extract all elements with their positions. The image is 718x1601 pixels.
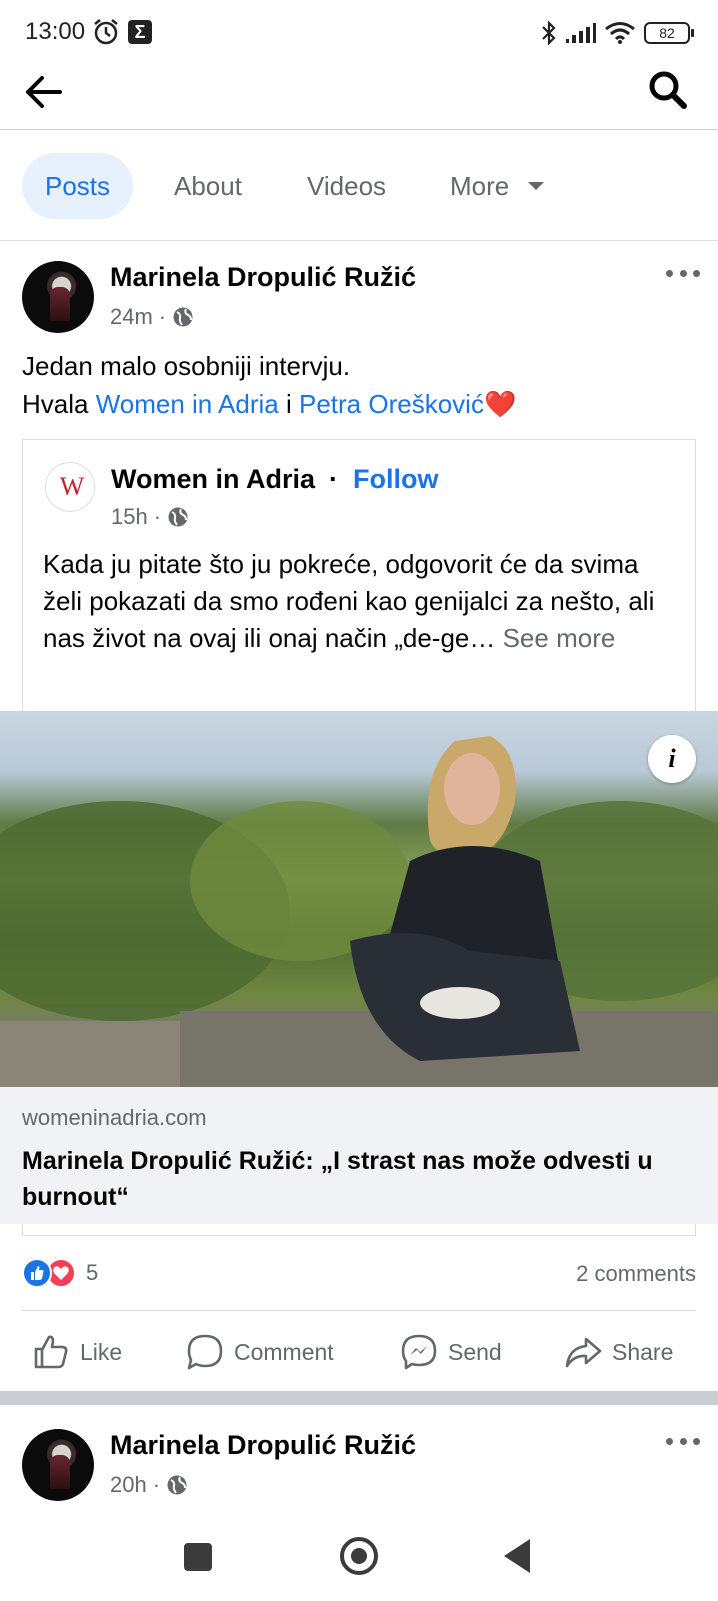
like-reaction-icon <box>22 1258 52 1288</box>
more-options-icon[interactable] <box>666 1438 700 1448</box>
post-text-mid: i <box>278 389 299 419</box>
post-author[interactable]: Marinela Dropulić Ružić <box>110 262 416 293</box>
caret-down-icon <box>528 182 545 190</box>
avatar[interactable] <box>22 261 94 333</box>
send-label: Send <box>448 1338 502 1365</box>
alarm-icon <box>94 19 118 45</box>
info-icon[interactable]: i <box>648 735 696 783</box>
tab-posts[interactable]: Posts <box>22 153 134 219</box>
tab-videos[interactable]: Videos <box>307 153 386 219</box>
page-tabs: Posts About Videos More <box>0 150 718 220</box>
signal-icon <box>566 23 596 43</box>
post-time[interactable]: 24m <box>110 304 153 330</box>
thumbs-up-icon <box>34 1335 68 1369</box>
send-button[interactable]: Send <box>400 1318 502 1386</box>
mention-petra-oreskovic[interactable]: Petra Orešković <box>299 389 484 419</box>
page-logo[interactable]: W <box>45 462 95 512</box>
comment-label: Comment <box>234 1338 334 1365</box>
recent-apps-button[interactable] <box>184 1543 212 1571</box>
like-button[interactable]: Like <box>32 1318 122 1386</box>
more-options-icon[interactable] <box>666 270 700 280</box>
divider <box>22 1310 696 1311</box>
follow-button[interactable]: Follow <box>353 464 438 495</box>
link-preview[interactable]: womeninadria.com Marinela Dropulić Ružić… <box>0 1087 718 1224</box>
see-more-link[interactable]: See more <box>503 623 616 653</box>
share-label: Share <box>612 1338 674 1365</box>
tab-about[interactable]: About <box>174 153 242 219</box>
globe-icon <box>168 507 188 527</box>
divider <box>0 240 718 241</box>
shared-meta: 15h · <box>111 504 189 530</box>
follow-separator: · <box>329 464 338 494</box>
post-time[interactable]: 20h <box>110 1472 147 1498</box>
reaction-summary[interactable]: 5 <box>22 1258 98 1288</box>
globe-icon <box>167 1475 187 1495</box>
post-text-line1: Jedan malo osobniji intervju. <box>22 351 351 381</box>
back-arrow-icon[interactable] <box>22 70 66 114</box>
post-text-prefix: Hvala <box>22 389 96 419</box>
battery-indicator: 82 <box>644 22 694 44</box>
like-label: Like <box>80 1338 123 1365</box>
bluetooth-icon <box>542 20 556 46</box>
heart-emoji: ❤️ <box>483 389 517 419</box>
meta-separator: · <box>158 304 167 329</box>
shared-page-name[interactable]: Women in Adria <box>111 464 315 495</box>
meta-separator: · <box>152 1472 161 1497</box>
tab-more-label: More <box>450 171 510 201</box>
tab-more[interactable]: More <box>450 153 545 219</box>
shared-text: Kada ju pitate što ju pokreće, odgovorit… <box>43 546 673 657</box>
mention-women-in-adria[interactable]: Women in Adria <box>96 389 279 419</box>
status-icons: 82 <box>540 20 694 46</box>
comment-icon <box>187 1334 223 1370</box>
post-actions: Like Comment Send Share <box>0 1318 718 1386</box>
system-back-button[interactable] <box>504 1539 530 1573</box>
feed-separator <box>0 1391 718 1405</box>
comment-button[interactable]: Comment <box>186 1318 334 1386</box>
shared-time[interactable]: 15h <box>111 504 148 530</box>
post-meta: 20h · <box>110 1472 188 1498</box>
wifi-icon <box>605 22 635 44</box>
meta-separator: · <box>153 504 162 529</box>
link-preview-image[interactable]: i <box>0 711 718 1087</box>
photo-illustration <box>0 736 718 1087</box>
top-navigation <box>0 64 718 130</box>
avatar[interactable] <box>22 1429 94 1501</box>
post-text-line2: Hvala Women in Adria i Petra Orešković❤️ <box>22 385 516 423</box>
search-icon[interactable] <box>646 68 690 112</box>
app-notification-icon: Σ <box>128 20 152 44</box>
system-navigation-bar <box>0 1515 718 1601</box>
home-button[interactable] <box>340 1537 378 1575</box>
link-title: Marinela Dropulić Ružić: „I strast nas m… <box>22 1147 653 1211</box>
status-time: 13:00 <box>25 18 86 45</box>
share-button[interactable]: Share <box>564 1318 673 1386</box>
messenger-icon <box>401 1334 437 1370</box>
post-text: Jedan malo osobniji intervju. Hvala Wome… <box>22 347 516 423</box>
post-author[interactable]: Marinela Dropulić Ružić <box>110 1430 416 1461</box>
link-domain: womeninadria.com <box>22 1105 207 1130</box>
globe-icon <box>173 307 193 327</box>
share-icon <box>565 1337 602 1368</box>
status-bar: 13:00 Σ 82 <box>0 0 718 64</box>
post-meta: 24m · <box>110 304 194 330</box>
comments-count[interactable]: 2 comments <box>576 1261 696 1287</box>
reaction-count: 5 <box>86 1260 99 1285</box>
